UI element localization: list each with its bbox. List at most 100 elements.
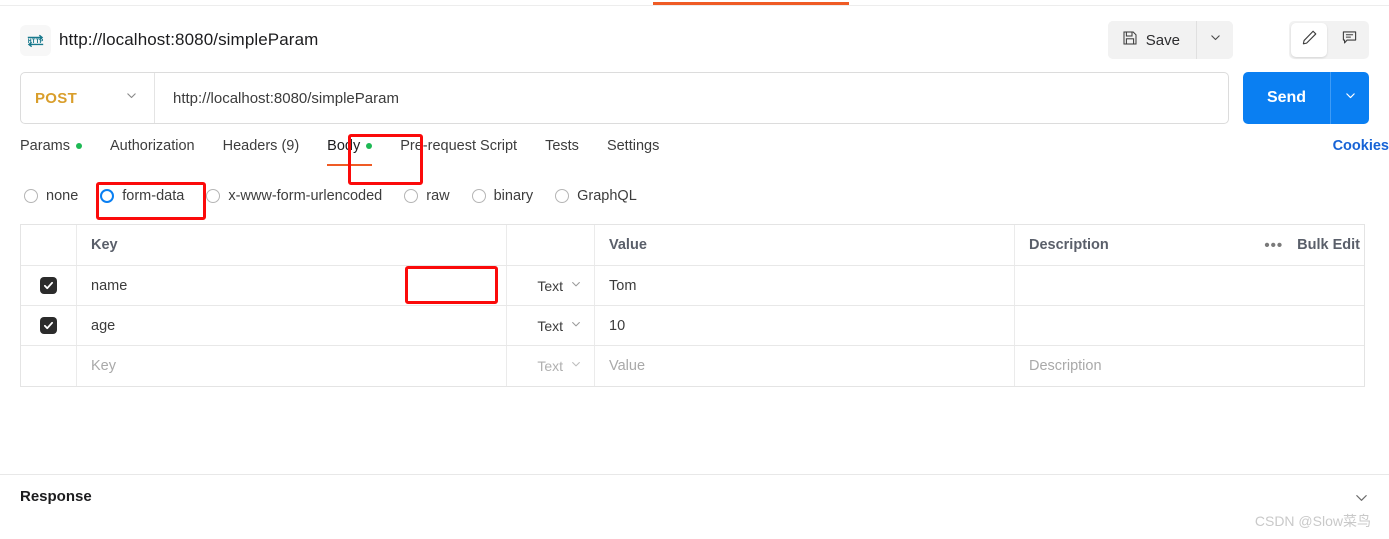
body-type-radio-group: none form-data x-www-form-urlencoded raw… — [24, 188, 659, 204]
table-row: name Text Tom — [21, 266, 1364, 306]
header-value: Value — [595, 225, 1015, 265]
table-row-placeholder: Key Text Value Description — [21, 346, 1364, 386]
tab-label: Params — [20, 138, 70, 154]
tab-pre-request-script[interactable]: Pre-request Script — [400, 138, 517, 156]
radio-graphql[interactable]: GraphQL — [555, 188, 637, 204]
form-data-table: Key Value Description ••• Bulk Edit name… — [20, 224, 1365, 387]
tab-label: Settings — [606, 138, 660, 154]
send-button[interactable]: Send — [1243, 72, 1331, 124]
response-collapse-button[interactable] — [1354, 490, 1369, 510]
bulk-edit-button[interactable]: Bulk Edit — [1297, 237, 1360, 253]
tab-body[interactable]: Body — [327, 138, 373, 166]
radio-icon-selected — [100, 189, 115, 203]
row-type-label: Text — [537, 277, 563, 294]
url-box: POST — [20, 72, 1229, 124]
pencil-icon — [1301, 29, 1318, 51]
tab-authorization[interactable]: Authorization — [110, 138, 195, 156]
radio-label: binary — [493, 188, 534, 204]
row-key-input[interactable]: age — [77, 306, 507, 345]
row-key-input[interactable]: name — [77, 266, 507, 305]
radio-label: form-data — [122, 188, 185, 204]
tab-label: Tests — [545, 138, 579, 154]
request-header: HTTP http://localhost:8080/simpleParam S… — [0, 7, 1389, 60]
header-checkbox-cell — [21, 225, 77, 265]
row-checkbox-cell — [21, 266, 77, 305]
radio-icon — [24, 189, 38, 203]
tab-headers[interactable]: Headers (9) — [223, 138, 300, 156]
response-divider — [0, 474, 1389, 475]
radio-label: none — [46, 188, 79, 204]
send-dropdown-button[interactable] — [1331, 72, 1369, 124]
method-label: POST — [35, 89, 78, 107]
url-input[interactable] — [155, 73, 1228, 123]
tab-label: Body — [327, 138, 361, 154]
http-icon: HTTP — [20, 25, 51, 56]
watermark: CSDN @Slow菜鸟 — [1254, 513, 1371, 529]
radio-form-data[interactable]: form-data — [100, 188, 184, 204]
active-tab-underline — [327, 164, 373, 166]
tab-label: Pre-request Script — [400, 138, 518, 154]
new-row-description-input[interactable]: Description — [1015, 346, 1364, 386]
tab-label: Headers (9) — [222, 138, 300, 154]
comment-button[interactable] — [1329, 21, 1369, 59]
tab-strip — [0, 0, 1389, 6]
chevron-down-icon — [570, 358, 582, 374]
modified-dot-icon — [366, 143, 373, 149]
row-type-dropdown[interactable]: Text — [507, 266, 595, 305]
table-row: age Text 10 — [21, 306, 1364, 346]
new-row-type-dropdown[interactable]: Text — [507, 346, 595, 386]
header-description: Description — [1029, 237, 1109, 253]
row-checkbox-cell — [21, 346, 77, 386]
radio-x-www-form-urlencoded[interactable]: x-www-form-urlencoded — [206, 188, 382, 204]
tab-params[interactable]: Params — [20, 138, 82, 156]
chevron-down-icon — [1209, 31, 1222, 49]
floppy-disk-icon — [1122, 30, 1138, 51]
cookies-link[interactable]: Cookies — [1333, 138, 1389, 154]
send-button-group: Send — [1243, 72, 1369, 124]
edit-request-button[interactable] — [1291, 23, 1327, 57]
row-checkbox-cell — [21, 306, 77, 345]
url-row: POST Send — [20, 72, 1369, 124]
chevron-down-icon — [570, 318, 582, 334]
method-selector[interactable]: POST — [21, 73, 155, 123]
tab-settings[interactable]: Settings — [607, 138, 659, 156]
tab-tests[interactable]: Tests — [545, 138, 579, 156]
active-tab-indicator — [653, 2, 849, 5]
save-button-group: Save — [1107, 21, 1233, 59]
row-type-dropdown[interactable]: Text — [507, 306, 595, 345]
chevron-down-icon — [570, 278, 582, 294]
radio-icon — [555, 189, 570, 203]
save-button[interactable]: Save — [1107, 21, 1197, 59]
modified-dot-icon — [75, 143, 82, 149]
row-value-input[interactable]: Tom — [595, 266, 1015, 305]
radio-icon — [404, 189, 419, 203]
chevron-down-icon — [1344, 89, 1357, 107]
header-icon-group — [1289, 21, 1369, 59]
row-value-input[interactable]: 10 — [595, 306, 1015, 345]
table-header-row: Key Value Description ••• Bulk Edit — [21, 225, 1364, 266]
radio-binary[interactable]: binary — [471, 188, 534, 204]
row-description-input[interactable] — [1015, 306, 1364, 345]
new-row-type-label: Text — [537, 358, 563, 374]
request-tabs: Params Authorization Headers (9) Body Pr… — [20, 138, 1369, 170]
row-checkbox-checked[interactable] — [40, 317, 57, 334]
ellipsis-icon[interactable]: ••• — [1264, 237, 1283, 254]
radio-none[interactable]: none — [24, 188, 78, 204]
radio-label: x-www-form-urlencoded — [228, 188, 383, 204]
tab-label: Authorization — [109, 138, 195, 154]
radio-raw[interactable]: raw — [404, 188, 450, 204]
new-row-value-input[interactable]: Value — [595, 346, 1015, 386]
radio-icon — [471, 189, 486, 203]
radio-icon — [206, 189, 221, 203]
svg-text:HTTP: HTTP — [28, 37, 44, 45]
row-checkbox-checked[interactable] — [40, 277, 57, 294]
header-type-cell — [507, 225, 595, 265]
response-label: Response — [20, 488, 92, 505]
comment-icon — [1341, 29, 1358, 51]
radio-label: raw — [426, 188, 450, 204]
postman-request-builder: HTTP http://localhost:8080/simpleParam S… — [0, 0, 1389, 539]
new-row-key-input[interactable]: Key — [77, 346, 507, 386]
row-description-input[interactable] — [1015, 266, 1364, 305]
save-dropdown-button[interactable] — [1197, 21, 1233, 59]
header-key: Key — [77, 225, 507, 265]
